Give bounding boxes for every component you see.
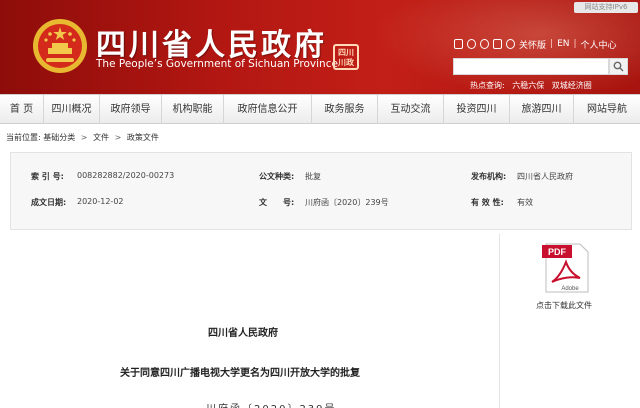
written-date-label: 成文日期:: [31, 198, 67, 207]
document-title: 关于同意四川广播电视大学更名为四川开放大学的批复: [120, 368, 360, 379]
index-number-value: 008282882/2020-00273: [77, 171, 175, 180]
nav-sitemap[interactable]: 网站导航: [574, 95, 640, 124]
wechat-icon[interactable]: [480, 39, 489, 49]
pdf-file-icon[interactable]: PDF Adobe: [540, 242, 592, 294]
page: 四川省人民政府 The People’s Government of Sichu…: [0, 0, 640, 408]
search-icon: [613, 61, 624, 72]
hot-search-label: 热点查询:: [470, 81, 505, 90]
written-date-value: 2020-12-02: [77, 197, 124, 206]
toolbar-separator: |: [550, 39, 554, 49]
doc-category-label: 公文种类:: [259, 172, 295, 181]
mobile-icon[interactable]: [454, 39, 463, 49]
header-toolbar: 关怀版 | EN | 个人中心: [454, 37, 617, 51]
doc-category-value: 批复: [305, 172, 321, 181]
english-link[interactable]: EN: [557, 39, 569, 49]
weibo-icon[interactable]: [467, 39, 476, 49]
doc-number-label: 文 号:: [259, 198, 295, 207]
breadcrumb-label: 当前位置:: [6, 133, 41, 142]
breadcrumb: 当前位置: 基础分类 > 文件 > 政策文件: [6, 132, 159, 143]
hot-link-liuwen[interactable]: 六稳六保: [512, 81, 544, 90]
hot-link-shuangcheng[interactable]: 双城经济圈: [552, 81, 592, 90]
breadcrumb-separator: >: [114, 133, 122, 142]
ipv6-badge: 网站支持IPv6: [574, 2, 638, 13]
breadcrumb-link-files[interactable]: 文件: [93, 133, 109, 142]
doc-number-value: 川府函〔2020〕239号: [305, 198, 389, 207]
hot-search: 热点查询: 六稳六保 双城经济圈: [470, 80, 597, 91]
nav-leaders[interactable]: 政府领导: [100, 95, 162, 124]
index-number-label: 索 引 号:: [31, 172, 64, 181]
main-nav: 首 页 四川概况 政府领导 机构职能 政府信息公开 政务服务 互动交流 投资四川…: [0, 94, 640, 124]
user-center-link[interactable]: 个人中心: [581, 38, 617, 51]
care-version-link[interactable]: 关怀版: [519, 38, 546, 51]
validity-value: 有效: [517, 198, 533, 207]
search-input[interactable]: [453, 58, 609, 75]
nav-info-disclosure[interactable]: 政府信息公开: [224, 95, 312, 124]
download-file-link[interactable]: 点击下载此文件: [536, 300, 592, 311]
document-number-line: 川府函〔2020〕239号: [206, 400, 337, 408]
breadcrumb-link-basic[interactable]: 基础分类: [43, 133, 75, 142]
seal-logo: 四川 川政: [333, 44, 359, 70]
document-info-box: 索 引 号: 008282882/2020-00273 公文种类: 批复 发布机…: [10, 152, 632, 230]
pdf-icon-text: PDF: [548, 247, 567, 257]
national-emblem-icon: [33, 19, 87, 73]
nav-invest[interactable]: 投资四川: [444, 95, 510, 124]
nav-services[interactable]: 政务服务: [312, 95, 378, 124]
nav-interaction[interactable]: 互动交流: [378, 95, 444, 124]
nav-functions[interactable]: 机构职能: [162, 95, 224, 124]
validity-label: 有 效 性:: [471, 198, 504, 207]
search-button[interactable]: [609, 58, 628, 75]
nav-home[interactable]: 首 页: [0, 95, 44, 124]
toolbar-separator: |: [573, 39, 577, 49]
document-content: [10, 234, 500, 408]
nav-tourism[interactable]: 旅游四川: [510, 95, 574, 124]
breadcrumb-link-policy[interactable]: 政策文件: [127, 133, 159, 142]
accessibility-icon[interactable]: [506, 39, 515, 49]
app-icon[interactable]: [493, 39, 502, 49]
issuing-agency-label: 发布机构:: [471, 172, 507, 181]
site-title-en: The People’s Government of Sichuan Provi…: [96, 58, 338, 70]
site-header: 四川省人民政府 The People’s Government of Sichu…: [0, 0, 640, 94]
nav-overview[interactable]: 四川概况: [44, 95, 100, 124]
adobe-icon-text: Adobe: [561, 286, 579, 292]
issuing-agency-value: 四川省人民政府: [517, 172, 573, 181]
document-issuer: 四川省人民政府: [208, 328, 278, 339]
breadcrumb-separator: >: [80, 133, 88, 142]
